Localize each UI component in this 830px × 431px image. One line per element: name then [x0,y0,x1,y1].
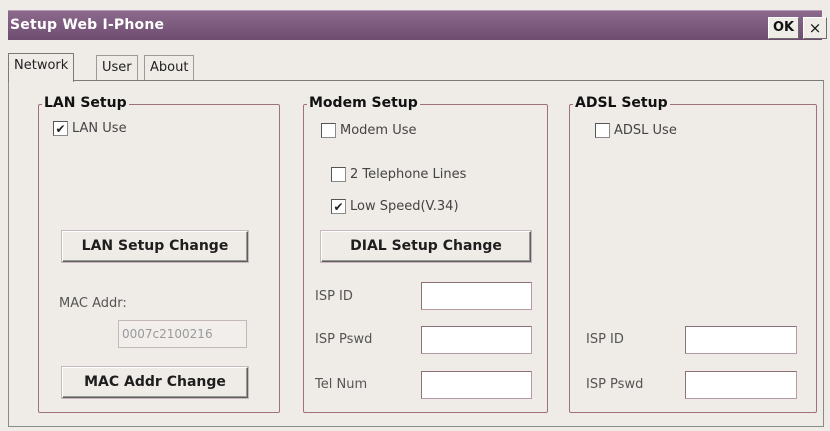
adsl-setup-title: ADSL Setup [573,95,670,111]
adsl-isp-pswd-label: ISP Pswd [586,377,644,392]
ok-button[interactable]: OK [768,17,799,39]
lan-setup-change-button[interactable]: LAN Setup Change [62,231,248,262]
modem-setup-group: Modem Setup Modem Use 2 Telephone Lines … [303,95,548,413]
modem-isp-pswd-field[interactable] [421,326,532,354]
tab-user[interactable]: User [96,55,138,81]
mac-addr-field[interactable]: 0007c2100216 [118,320,247,348]
adsl-use-checkbox[interactable]: ADSL Use [595,123,677,138]
dial-setup-change-button[interactable]: DIAL Setup Change [321,231,531,262]
adsl-isp-id-field[interactable] [685,326,797,354]
two-telephone-lines-checkbox-box[interactable] [331,167,346,182]
adsl-use-checkbox-box[interactable] [595,123,610,138]
mac-addr-change-button[interactable]: MAC Addr Change [62,367,248,398]
adsl-isp-pswd-field[interactable] [685,371,797,399]
low-speed-label: Low Speed(V.34) [350,199,459,214]
mac-addr-label: MAC Addr: [59,296,127,311]
lan-use-label: LAN Use [72,121,127,136]
two-telephone-lines-label: 2 Telephone Lines [350,167,467,182]
window-title: Setup Web I-Phone [10,17,165,33]
modem-isp-pswd-label: ISP Pswd [315,332,373,347]
adsl-setup-group: ADSL Setup ADSL Use ISP ID ISP Pswd [569,95,817,413]
title-bar: Setup Web I-Phone OK × [0,0,830,43]
modem-setup-title: Modem Setup [307,95,420,111]
lan-setup-group: LAN Setup ✔ LAN Use LAN Setup Change MAC… [38,95,280,413]
modem-use-checkbox[interactable]: Modem Use [321,123,417,138]
tel-num-field[interactable] [421,371,532,399]
tab-about[interactable]: About [144,55,195,81]
adsl-isp-id-label: ISP ID [586,332,624,347]
network-panel: LAN Setup ✔ LAN Use LAN Setup Change MAC… [8,80,824,427]
close-button[interactable]: × [803,17,827,39]
low-speed-checkbox[interactable]: ✔ Low Speed(V.34) [331,199,459,214]
modem-use-checkbox-box[interactable] [321,123,336,138]
modem-use-label: Modem Use [340,123,417,138]
lan-use-checkbox[interactable]: ✔ LAN Use [53,121,127,136]
modem-isp-id-field[interactable] [421,282,532,310]
tel-num-label: Tel Num [315,377,368,392]
two-telephone-lines-checkbox[interactable]: 2 Telephone Lines [331,167,466,182]
modem-isp-id-label: ISP ID [315,289,353,304]
adsl-use-label: ADSL Use [614,123,677,138]
tab-network[interactable]: Network [8,53,75,82]
low-speed-checkbox-box[interactable]: ✔ [331,199,346,214]
lan-use-checkbox-box[interactable]: ✔ [53,121,68,136]
lan-setup-title: LAN Setup [42,95,129,111]
